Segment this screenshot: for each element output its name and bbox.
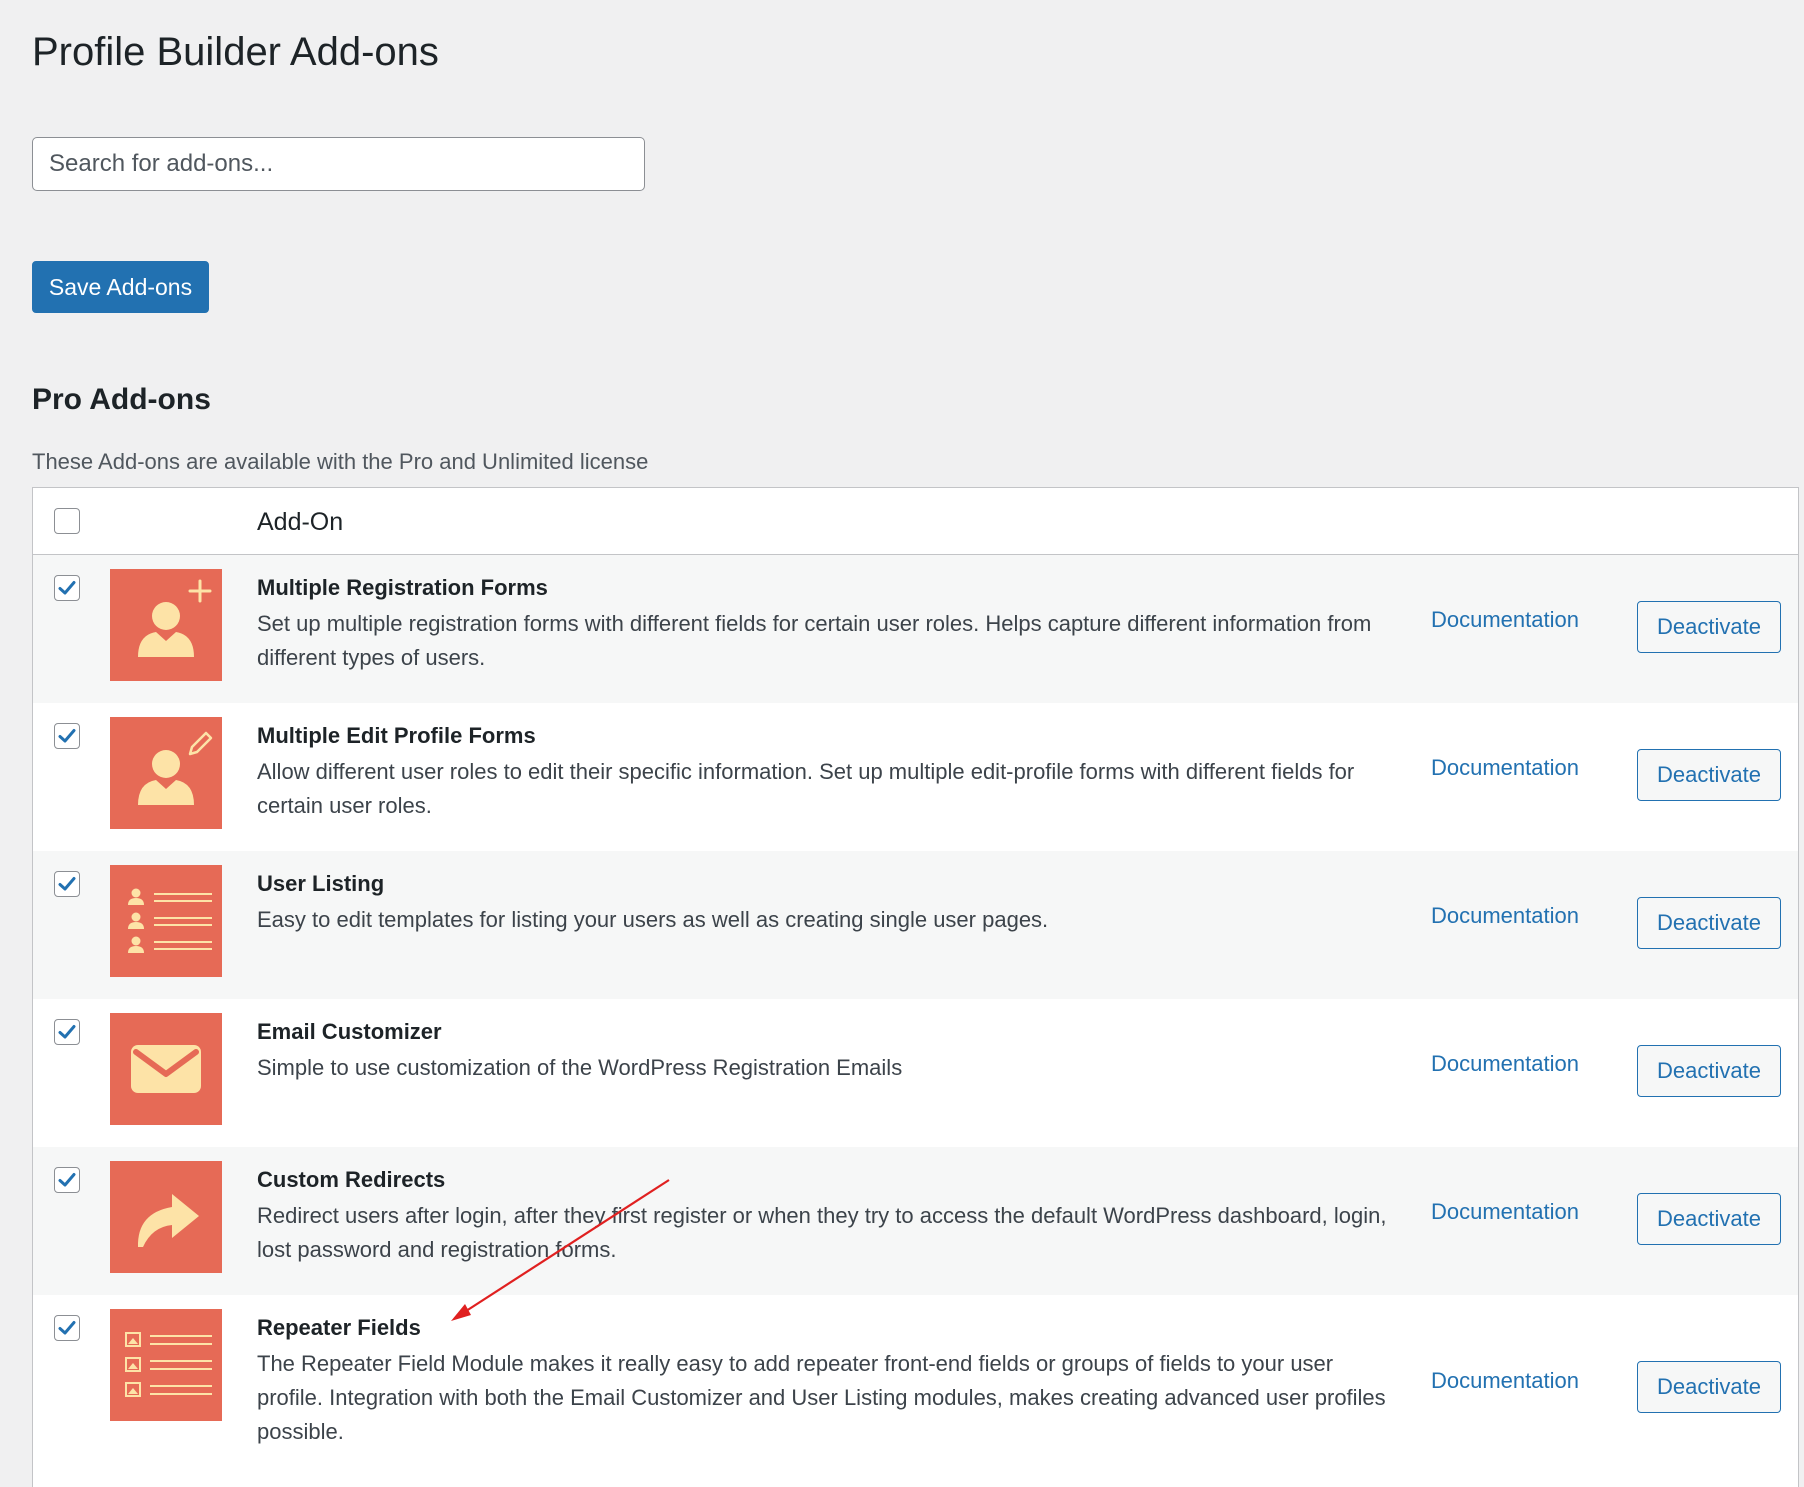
row-checkbox[interactable] <box>54 1315 80 1341</box>
envelope-icon <box>110 1013 222 1125</box>
deactivate-button[interactable]: Deactivate <box>1637 1045 1781 1097</box>
deactivate-button[interactable]: Deactivate <box>1637 601 1781 653</box>
checkmark-icon <box>54 575 80 601</box>
repeater-fields-icon <box>110 1309 222 1421</box>
user-edit-icon <box>110 717 222 829</box>
table-row: Multiple Edit Profile Forms Allow differ… <box>33 703 1798 851</box>
column-label-addon: Add-On <box>257 508 344 536</box>
deactivate-button[interactable]: Deactivate <box>1637 897 1781 949</box>
addon-description: Easy to edit templates for listing your … <box>257 907 1049 932</box>
documentation-link[interactable]: Documentation <box>1431 903 1579 929</box>
table-row: Custom Redirects Redirect users after lo… <box>33 1147 1798 1295</box>
row-checkbox[interactable] <box>54 871 80 897</box>
redirect-arrow-icon <box>110 1161 222 1273</box>
addon-description: Redirect users after login, after they f… <box>257 1203 1387 1262</box>
addon-description: Simple to use customization of the WordP… <box>257 1055 903 1080</box>
select-all-checkbox[interactable] <box>54 508 80 534</box>
addon-description: The Repeater Field Module makes it reall… <box>257 1351 1386 1444</box>
user-plus-icon <box>110 569 222 681</box>
checkmark-icon <box>54 871 80 897</box>
table-row: Multiple Registration Forms Set up multi… <box>33 555 1798 703</box>
documentation-link[interactable]: Documentation <box>1431 1368 1579 1394</box>
row-checkbox[interactable] <box>54 1019 80 1045</box>
addon-description: Allow different user roles to edit their… <box>257 759 1355 818</box>
addon-name: Multiple Registration Forms <box>257 575 548 600</box>
addons-table: Add-On Multiple Registration Forms Set u… <box>32 487 1799 1487</box>
table-header: Add-On <box>33 488 1798 555</box>
addon-name: Repeater Fields <box>257 1315 421 1340</box>
page-title: Profile Builder Add-ons <box>32 30 439 74</box>
section-title: Pro Add-ons <box>32 383 211 416</box>
table-row: Repeater Fields The Repeater Field Modul… <box>33 1295 1798 1444</box>
deactivate-button[interactable]: Deactivate <box>1637 1361 1781 1413</box>
checkmark-icon <box>54 723 80 749</box>
section-description: These Add-ons are available with the Pro… <box>32 449 649 474</box>
addon-name: User Listing <box>257 871 385 896</box>
row-checkbox[interactable] <box>54 575 80 601</box>
row-checkbox[interactable] <box>54 723 80 749</box>
table-row: User Listing Easy to edit templates for … <box>33 851 1798 999</box>
search-bar <box>32 137 645 191</box>
documentation-link[interactable]: Documentation <box>1431 607 1579 633</box>
checkmark-icon <box>54 1167 80 1193</box>
checkmark-icon <box>54 1315 80 1341</box>
addon-description: Set up multiple registration forms with … <box>257 611 1372 670</box>
addon-name: Custom Redirects <box>257 1167 446 1192</box>
search-input[interactable] <box>32 137 645 191</box>
checkmark-icon <box>54 1019 80 1045</box>
documentation-link[interactable]: Documentation <box>1431 755 1579 781</box>
user-list-icon <box>110 865 222 977</box>
deactivate-button[interactable]: Deactivate <box>1637 749 1781 801</box>
row-checkbox[interactable] <box>54 1167 80 1193</box>
documentation-link[interactable]: Documentation <box>1431 1051 1579 1077</box>
addon-name: Email Customizer <box>257 1019 442 1044</box>
documentation-link[interactable]: Documentation <box>1431 1199 1579 1225</box>
deactivate-button[interactable]: Deactivate <box>1637 1193 1781 1245</box>
addon-name: Multiple Edit Profile Forms <box>257 723 536 748</box>
checkbox-box <box>54 508 80 534</box>
save-addons-button[interactable]: Save Add-ons <box>32 261 209 313</box>
table-row: Email Customizer Simple to use customiza… <box>33 999 1798 1147</box>
